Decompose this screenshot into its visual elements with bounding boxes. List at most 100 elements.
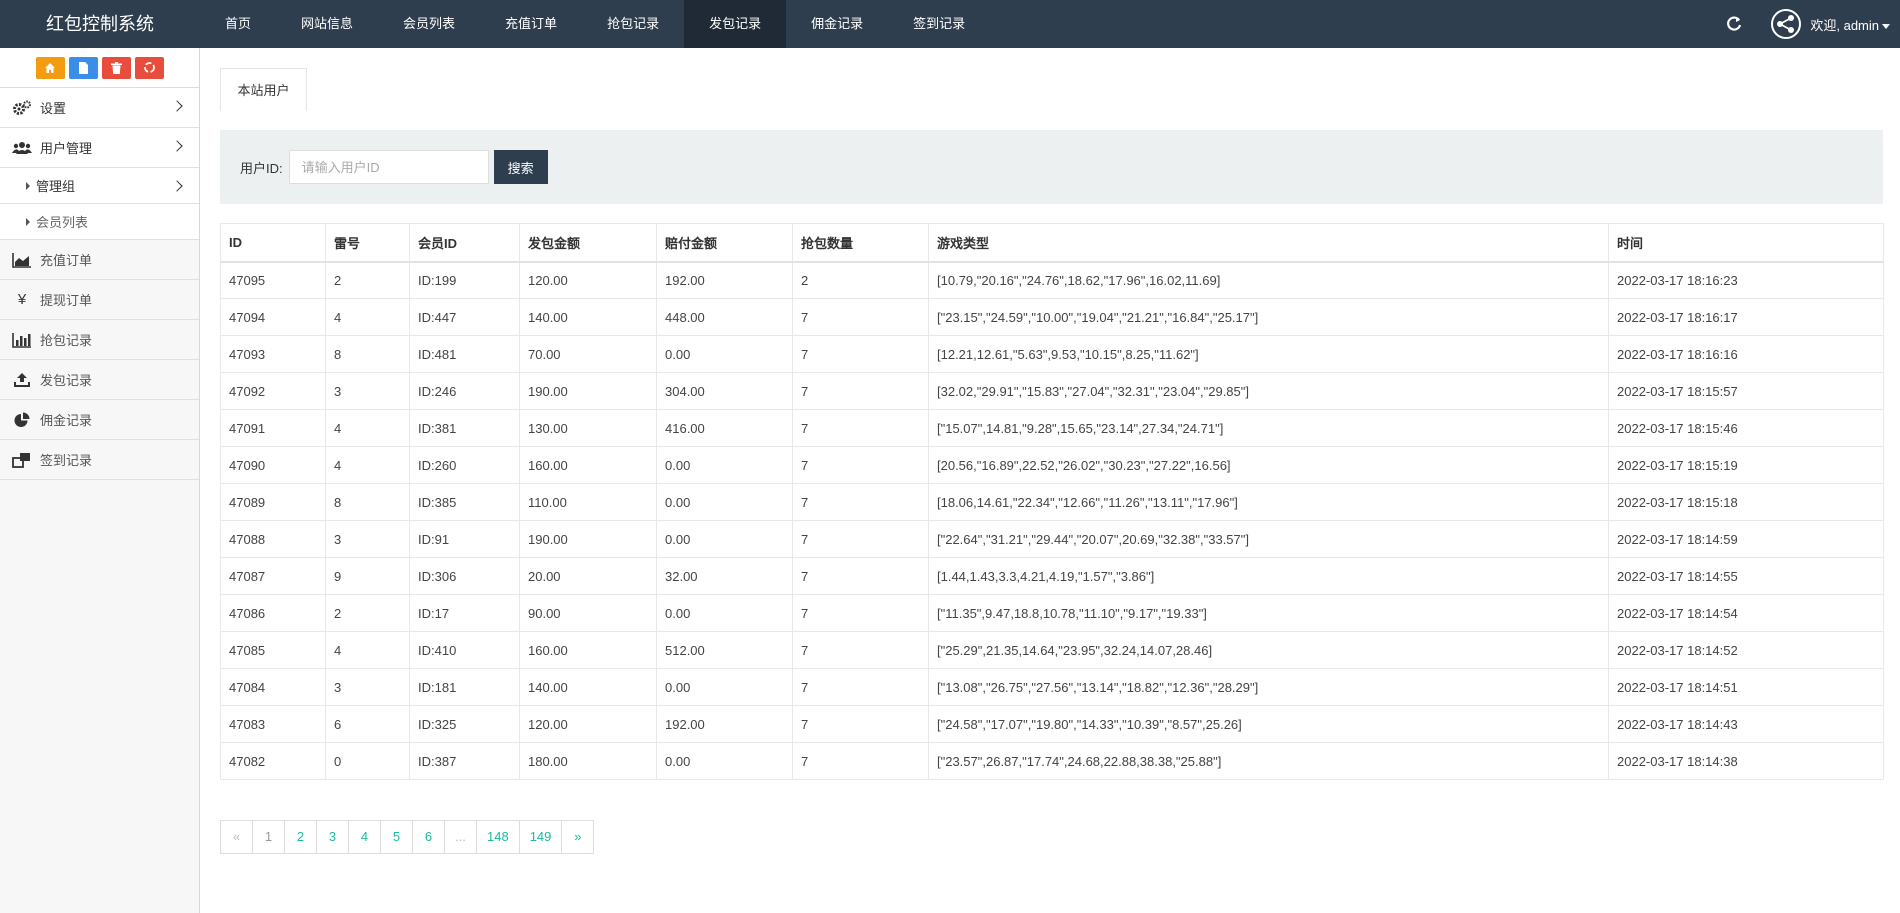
nav-item-4[interactable]: 抢包记录 xyxy=(582,0,684,48)
page-link[interactable]: 2 xyxy=(284,820,317,854)
table-cell: 47088 xyxy=(220,520,326,558)
app-title: 红包控制系统 xyxy=(46,14,154,34)
sidebar-item-signin[interactable]: 签到记录 xyxy=(0,440,199,480)
column-header: 发包金额 xyxy=(519,223,657,263)
table-cell: 2022-03-17 18:15:46 xyxy=(1608,409,1884,447)
table-row: 47088 3 ID:91 190.00 0.00 7 ["22.64","31.21","… xyxy=(220,520,1884,558)
table-row: 47090 4 ID:260 160.00 0.00 7 [20.56,"16.89",22… xyxy=(220,446,1884,484)
sidebar: 设置 用户管理 管理组 会员列表 充值订单 ¥ 提现订单 抢包记录 发包记录 佣… xyxy=(0,48,200,913)
table-row: 47089 8 ID:385 110.00 0.00 7 [18.06,14.61,"22.… xyxy=(220,483,1884,521)
trash-shortcut-button[interactable] xyxy=(101,56,131,79)
table-cell: 2022-03-17 18:14:54 xyxy=(1608,594,1884,632)
page-link[interactable]: 6 xyxy=(412,820,445,854)
nav-item-3[interactable]: 充值订单 xyxy=(480,0,582,48)
sidebar-subitem-member-list[interactable]: 会员列表 xyxy=(0,204,199,240)
table-cell: ID:381 xyxy=(409,409,520,447)
table-cell: ["25.29",21.35,14.64,"23.95",32.24,14.07… xyxy=(928,631,1609,669)
recycle-icon xyxy=(143,62,155,73)
nav-item-1[interactable]: 网站信息 xyxy=(276,0,378,48)
table-cell: 2022-03-17 18:14:55 xyxy=(1608,557,1884,595)
table-cell: 7 xyxy=(792,335,929,373)
column-header: 抢包数量 xyxy=(792,223,929,263)
yen-icon: ¥ xyxy=(17,291,27,308)
table-cell: 2 xyxy=(792,261,929,299)
page-link[interactable]: 5 xyxy=(380,820,413,854)
table-cell: 7 xyxy=(792,298,929,336)
user-id-input[interactable] xyxy=(288,150,489,184)
sidebar-item-settings[interactable]: 设置 xyxy=(0,88,199,128)
table-row: 47091 4 ID:381 130.00 416.00 7 ["15.07",14.81,… xyxy=(220,409,1884,447)
page-link: ... xyxy=(444,820,477,854)
nav-item-2[interactable]: 会员列表 xyxy=(378,0,480,48)
table-cell: 7 xyxy=(792,668,929,706)
page-link[interactable]: 4 xyxy=(348,820,381,854)
page-link[interactable]: 149 xyxy=(518,820,563,854)
tab-site-users[interactable]: 本站用户 xyxy=(220,68,307,111)
table-cell: 2022-03-17 18:14:43 xyxy=(1608,705,1884,743)
table-cell: ID:447 xyxy=(409,298,520,336)
page-link[interactable]: » xyxy=(561,820,595,854)
table-cell: 192.00 xyxy=(656,705,793,743)
user-menu[interactable]: 欢迎, admin xyxy=(1810,15,1890,34)
recycle-shortcut-button[interactable] xyxy=(134,56,164,79)
sidebar-item-send[interactable]: 发包记录 xyxy=(0,360,199,400)
table-cell: [10.79,"20.16","24.76",18.62,"17.96",16.… xyxy=(928,261,1609,299)
sidebar-item-grab[interactable]: 抢包记录 xyxy=(0,320,199,360)
table-cell: 512.00 xyxy=(656,631,793,669)
table-cell: 7 xyxy=(792,446,929,484)
table-cell: 7 xyxy=(792,483,929,521)
page-link: 1 xyxy=(252,820,285,854)
table-cell: 190.00 xyxy=(519,372,657,410)
refresh-icon[interactable] xyxy=(1724,14,1744,34)
table-cell: 2022-03-17 18:14:52 xyxy=(1608,631,1884,669)
nav-item-5[interactable]: 发包记录 xyxy=(684,0,787,48)
table-cell: 47085 xyxy=(220,631,326,669)
sidebar-item-label: 提现订单 xyxy=(40,293,93,308)
user-id-label: 用户ID: xyxy=(240,160,283,176)
sidebar-item-withdraw[interactable]: ¥ 提现订单 xyxy=(0,280,199,320)
table-cell: ["13.08","26.75","27.56","13.14","18.82"… xyxy=(928,668,1609,706)
table-cell: 3 xyxy=(325,520,410,558)
table-cell: 7 xyxy=(792,742,929,780)
nav-item-0[interactable]: 首页 xyxy=(200,0,276,48)
table-cell: 180.00 xyxy=(519,742,657,780)
table-cell: 140.00 xyxy=(519,668,657,706)
page-link[interactable]: 3 xyxy=(316,820,349,854)
table-cell: ID:181 xyxy=(409,668,520,706)
table-cell: 0 xyxy=(325,742,410,780)
sidebar-item-user-management[interactable]: 用户管理 xyxy=(0,128,199,168)
tab-strip: 本站用户 xyxy=(220,68,1883,111)
table-cell: 4 xyxy=(325,446,410,484)
search-button[interactable]: 搜索 xyxy=(493,150,548,184)
table-body: 47095 2 ID:199 120.00 192.00 2 [10.79,"20.16",… xyxy=(220,261,1884,780)
table-cell: 2022-03-17 18:15:57 xyxy=(1608,372,1884,410)
windows-icon xyxy=(12,452,32,468)
table-cell: 70.00 xyxy=(519,335,657,373)
share-icon xyxy=(1771,9,1802,39)
nav-item-6[interactable]: 佣金记录 xyxy=(786,0,888,48)
chevron-right-icon xyxy=(171,180,183,192)
table-cell: 4 xyxy=(325,409,410,447)
page-link[interactable]: 148 xyxy=(476,820,520,854)
table-cell: 2022-03-17 18:15:19 xyxy=(1608,446,1884,484)
pagination: «1 2 3 4 5 6... 148 149» xyxy=(220,820,595,854)
table-cell: [32.02,"29.91","15.83","27.04","32.31","… xyxy=(928,372,1609,410)
table-cell: 2 xyxy=(325,594,410,632)
nav-item-7[interactable]: 签到记录 xyxy=(888,0,990,48)
table-cell: 47090 xyxy=(220,446,326,484)
table-cell: 47091 xyxy=(220,409,326,447)
sidebar-subitem-admin-group[interactable]: 管理组 xyxy=(0,168,199,204)
sidebar-item-commission[interactable]: 佣金记录 xyxy=(0,400,199,440)
column-header: 游戏类型 xyxy=(928,223,1609,263)
table-cell: 7 xyxy=(792,631,929,669)
table-cell: 47084 xyxy=(220,668,326,706)
table-row: 47085 4 ID:410 160.00 512.00 7 ["25.29",21.35,… xyxy=(220,631,1884,669)
table-cell: 47093 xyxy=(220,335,326,373)
sidebar-item-recharge[interactable]: 充值订单 xyxy=(0,240,199,280)
home-shortcut-button[interactable] xyxy=(35,56,65,79)
sidebar-item-label: 设置 xyxy=(40,101,67,116)
gears-icon xyxy=(12,100,32,116)
file-shortcut-button[interactable] xyxy=(68,56,98,79)
table-cell: 2022-03-17 18:14:59 xyxy=(1608,520,1884,558)
main-content: 本站用户 用户ID: 搜索 ID雷号会员ID发包金额赔付金额抢包数量游戏类型时间… xyxy=(220,68,1884,854)
